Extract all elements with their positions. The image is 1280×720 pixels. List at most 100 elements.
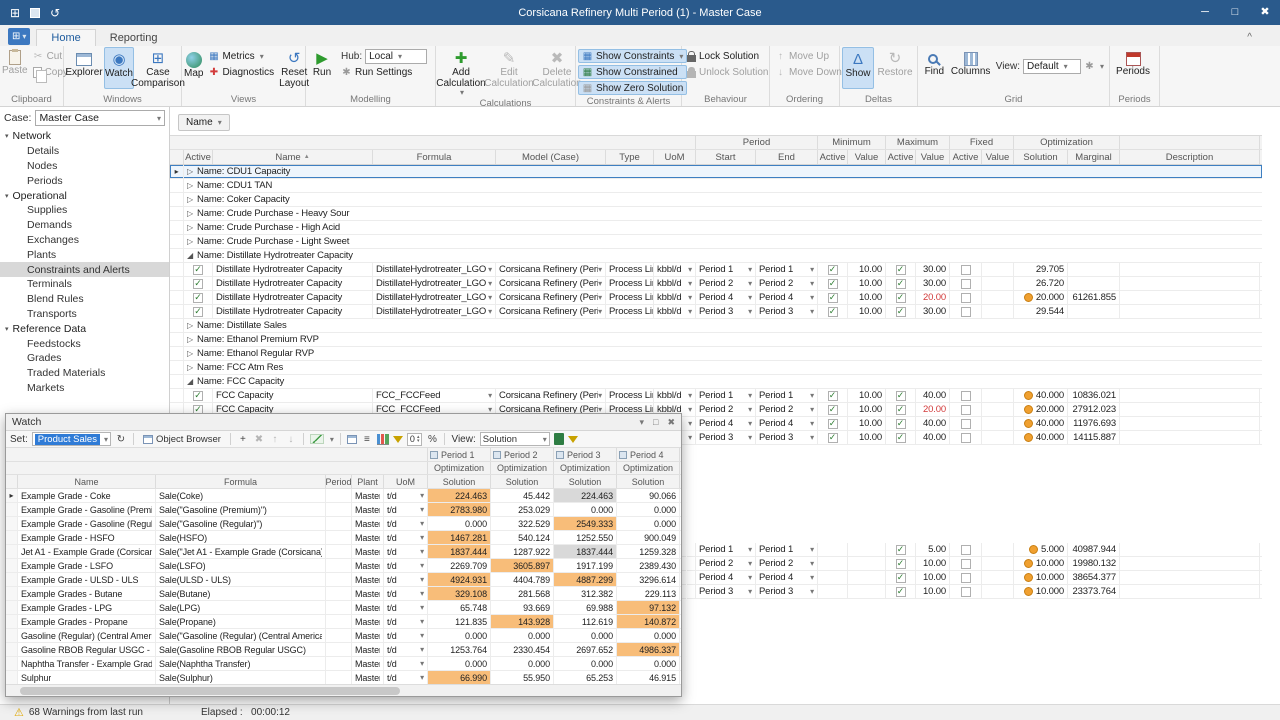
cell-name[interactable]: Distillate Hydrotreater Capacity bbox=[213, 291, 373, 304]
checkbox[interactable] bbox=[961, 307, 971, 317]
cell-minA[interactable]: ✓ bbox=[818, 291, 848, 304]
chevron-down-icon[interactable]: ▾ bbox=[748, 587, 752, 596]
cell-start[interactable]: Period 2▾ bbox=[696, 277, 756, 290]
cell-fixV[interactable] bbox=[982, 557, 1014, 570]
chevron-down-icon[interactable]: ▾ bbox=[420, 645, 424, 654]
filter-icon[interactable] bbox=[568, 436, 578, 443]
cell-end[interactable]: Period 3▾ bbox=[756, 431, 818, 444]
collapse-group-icon[interactable]: ◢ bbox=[187, 251, 193, 260]
checkbox[interactable] bbox=[961, 419, 971, 429]
checkbox[interactable]: ✓ bbox=[896, 573, 906, 583]
cell-start[interactable]: Period 4▾ bbox=[696, 571, 756, 584]
cell-minA[interactable]: ✓ bbox=[818, 277, 848, 290]
cell-period[interactable] bbox=[326, 629, 352, 642]
expand-group-icon[interactable]: ▷ bbox=[187, 349, 193, 358]
chevron-down-icon[interactable]: ▾ bbox=[688, 265, 692, 274]
cell-start[interactable]: Period 4▾ bbox=[696, 417, 756, 430]
cell-max[interactable]: 10.00 bbox=[916, 571, 950, 584]
cell-active[interactable]: ✓ bbox=[184, 263, 213, 276]
watch-column-header-name[interactable]: Name bbox=[18, 475, 156, 488]
cell-end[interactable]: Period 2▾ bbox=[756, 557, 818, 570]
column-header-value-13[interactable]: Value bbox=[982, 150, 1014, 164]
group-row[interactable]: ▷Name: Distillate Sales bbox=[170, 319, 1262, 333]
cell-uom[interactable]: kbbl/d▾ bbox=[654, 277, 696, 290]
cell-max[interactable]: 40.00 bbox=[916, 389, 950, 402]
chevron-down-icon[interactable]: ▾ bbox=[810, 559, 814, 568]
cell-plant[interactable]: Master... bbox=[352, 643, 384, 656]
cell-period-2-solution[interactable]: 540.124 bbox=[491, 531, 554, 544]
watch-row[interactable]: ▸Example Grade - CokeSale(Coke)Master...… bbox=[6, 489, 681, 503]
chevron-down-icon[interactable]: ▾ bbox=[748, 293, 752, 302]
cell-fixV[interactable] bbox=[982, 389, 1014, 402]
tree-item-periods[interactable]: Periods bbox=[0, 173, 169, 188]
cell-maxA[interactable]: ✓ bbox=[886, 263, 916, 276]
cell-period[interactable] bbox=[326, 587, 352, 600]
cell-period-1-solution[interactable]: 2269.709 bbox=[428, 559, 491, 572]
cell-period-3-solution[interactable]: 69.988 bbox=[554, 601, 617, 614]
chevron-down-icon[interactable]: ▾ bbox=[688, 391, 692, 400]
cell-name[interactable]: Example Grade - ULSD - ULS bbox=[18, 573, 156, 586]
collapse-ribbon-button[interactable]: ^ bbox=[1247, 32, 1252, 46]
tree-section-network[interactable]: ▾Network bbox=[0, 129, 169, 144]
cell-model[interactable]: Corsicana Refinery (Period 1)▾ bbox=[496, 263, 606, 276]
cell-min[interactable]: 10.00 bbox=[848, 417, 886, 430]
cell-max[interactable]: 10.00 bbox=[916, 557, 950, 570]
cell-formula[interactable]: DistillateHydrotreater_LGO▾ bbox=[373, 305, 496, 318]
cell-fixA[interactable] bbox=[950, 305, 982, 318]
cell-plant[interactable]: Master... bbox=[352, 517, 384, 530]
checkbox[interactable]: ✓ bbox=[193, 307, 203, 317]
layout-icon[interactable] bbox=[347, 435, 357, 444]
cell-fixA[interactable] bbox=[950, 571, 982, 584]
cell-uom[interactable]: kbbl/d▾ bbox=[654, 305, 696, 318]
cell-marg[interactable] bbox=[1068, 277, 1120, 290]
watch-row[interactable]: Naphtha Transfer - Example GradeSale(Nap… bbox=[6, 657, 681, 671]
cell-minA[interactable]: ✓ bbox=[818, 431, 848, 444]
chevron-down-icon[interactable]: ▾ bbox=[420, 575, 424, 584]
tree-expander-icon[interactable]: ▾ bbox=[5, 132, 9, 140]
cell-type[interactable]: Process Limit bbox=[606, 291, 654, 304]
chevron-down-icon[interactable]: ▾ bbox=[748, 419, 752, 428]
filter-icon[interactable] bbox=[393, 436, 403, 443]
cell-active[interactable]: ✓ bbox=[184, 277, 213, 290]
cell-period-1-solution[interactable]: 66.990 bbox=[428, 671, 491, 684]
cell-formula[interactable]: DistillateHydrotreater_LGO▾ bbox=[373, 277, 496, 290]
cell-uom[interactable]: t/d▾ bbox=[384, 587, 428, 600]
cell-name[interactable]: Example Grades - LPG bbox=[18, 601, 156, 614]
cell-period-4-solution[interactable]: 0.000 bbox=[617, 503, 680, 516]
cell-formula[interactable]: Sale("Gasoline (Regular)") bbox=[156, 517, 326, 530]
chevron-down-icon[interactable]: ▾ bbox=[688, 293, 692, 302]
cell-name[interactable]: Example Grade - LSFO bbox=[18, 559, 156, 572]
chevron-down-icon[interactable]: ▾ bbox=[420, 561, 424, 570]
cell-desc[interactable] bbox=[1120, 431, 1260, 444]
cell-formula[interactable]: Sale(LSFO) bbox=[156, 559, 326, 572]
tree-item-blend-rules[interactable]: Blend Rules bbox=[0, 292, 169, 307]
chevron-down-icon[interactable]: ▾ bbox=[420, 659, 424, 668]
object-browser-button[interactable]: Object Browser bbox=[140, 432, 224, 446]
watch-button[interactable]: ◉Watch bbox=[104, 47, 134, 89]
checkbox[interactable] bbox=[961, 559, 971, 569]
cell-period-2-solution[interactable]: 1287.922 bbox=[491, 545, 554, 558]
tab-home[interactable]: Home bbox=[36, 29, 95, 46]
cell-period-2-solution[interactable]: 143.928 bbox=[491, 615, 554, 628]
column-header-active-10[interactable]: Active bbox=[886, 150, 916, 164]
cell-end[interactable]: Period 1▾ bbox=[756, 263, 818, 276]
cell-period-3-solution[interactable]: 65.253 bbox=[554, 671, 617, 684]
cell-uom[interactable]: t/d▾ bbox=[384, 671, 428, 684]
cell-start[interactable]: Period 1▾ bbox=[696, 543, 756, 556]
chart-icon[interactable] bbox=[377, 434, 389, 445]
minimize-button[interactable]: ─ bbox=[1190, 0, 1220, 25]
checkbox[interactable]: ✓ bbox=[193, 279, 203, 289]
cell-minA[interactable]: ✓ bbox=[818, 417, 848, 430]
map-button[interactable]: Map bbox=[184, 47, 203, 89]
cell-plant[interactable]: Master... bbox=[352, 657, 384, 670]
watch-row[interactable]: Gasoline (Regular) (Central America)Sale… bbox=[6, 629, 681, 643]
cell-marg[interactable]: 38654.377 bbox=[1068, 571, 1120, 584]
cell-period-4-solution[interactable]: 229.113 bbox=[617, 587, 680, 600]
chevron-down-icon[interactable]: ▾ bbox=[748, 559, 752, 568]
cell-end[interactable]: Period 3▾ bbox=[756, 305, 818, 318]
checkbox[interactable] bbox=[961, 265, 971, 275]
cell-fixA[interactable] bbox=[950, 277, 982, 290]
column-header-value-9[interactable]: Value bbox=[848, 150, 886, 164]
cell-period-3-solution[interactable]: 2549.333 bbox=[554, 517, 617, 530]
cell-sol[interactable]: 29.544 bbox=[1014, 305, 1068, 318]
